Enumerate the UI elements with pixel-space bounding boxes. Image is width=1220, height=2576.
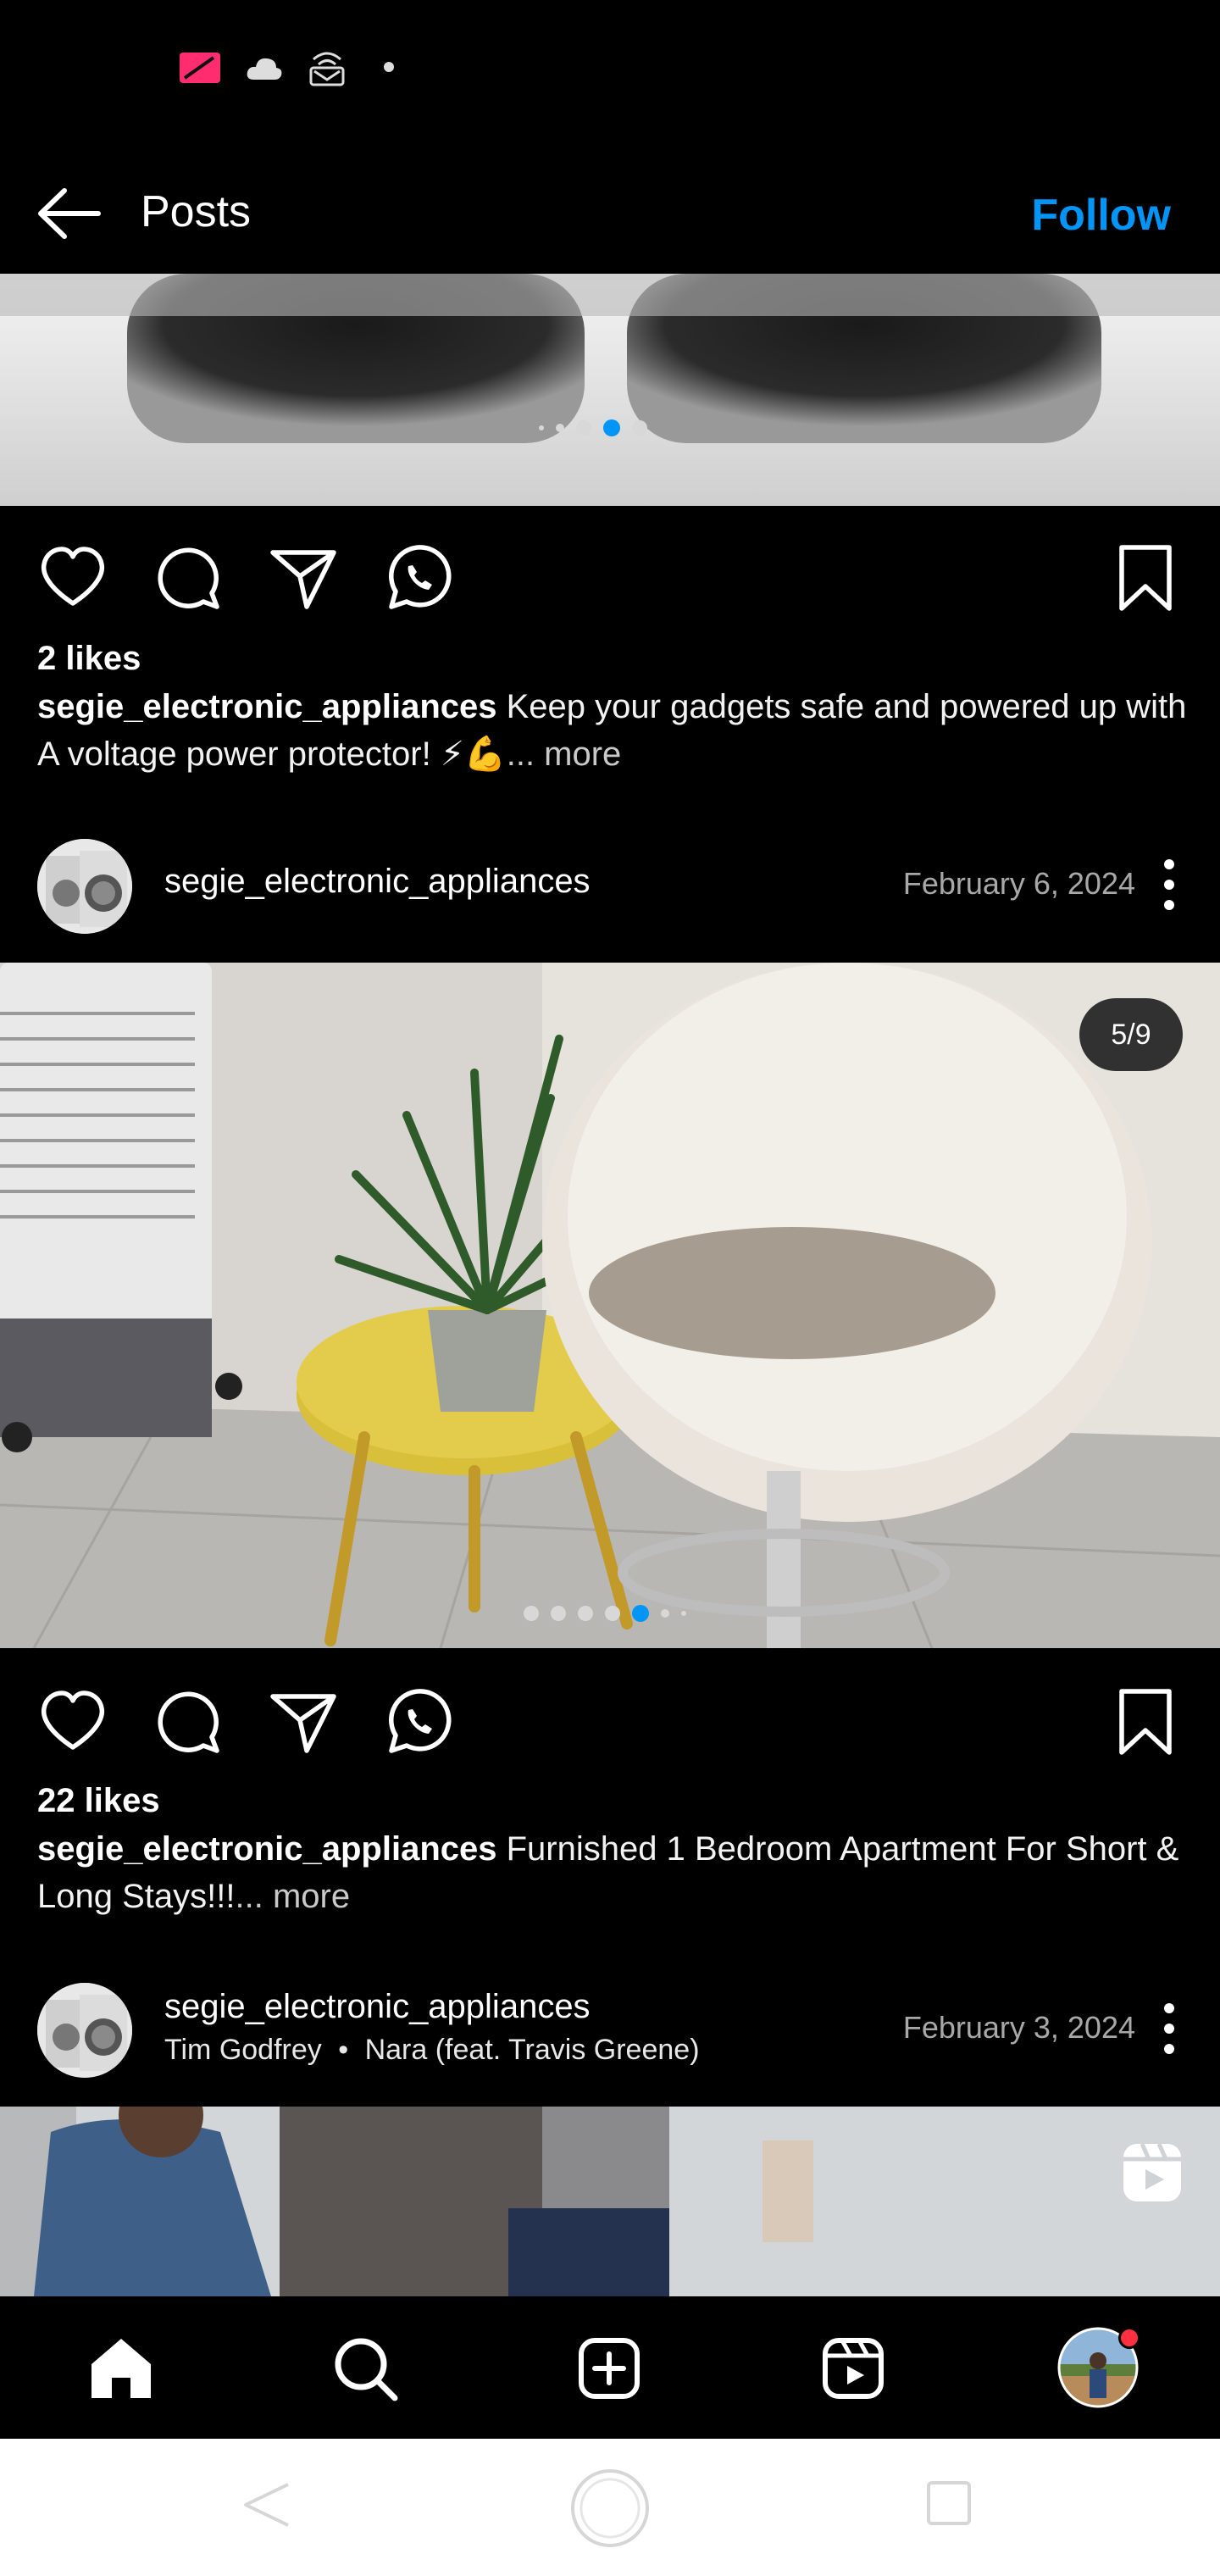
audio-attribution[interactable]: Tim Godfrey • Nara (feat. Travis Greene) [164,2034,700,2067]
heart-icon[interactable] [37,1686,108,1757]
top-app-bar: Posts Follow [0,153,1220,274]
dot-indicator-icon [384,62,394,72]
cast-icon [309,52,345,86]
carousel-indicator [524,1605,686,1622]
audio-artist: Tim Godfrey [164,2034,322,2066]
profile-avatar[interactable] [1057,2327,1140,2408]
back-arrow-icon[interactable] [34,178,105,249]
system-navigation-bar [0,2439,1220,2576]
create-icon[interactable] [571,2330,647,2407]
whatsapp-icon[interactable] [383,542,454,613]
post-caption: segie_electronic_appliances Furnished 1 … [37,1825,1190,1920]
bookmark-icon[interactable] [1110,1686,1181,1757]
bookmark-icon[interactable] [1110,542,1181,613]
caption-username[interactable]: segie_electronic_appliances [37,1830,497,1868]
audio-song: Nara (feat. Travis Greene) [364,2034,700,2066]
more-options-icon[interactable] [1144,1995,1195,2062]
whatsapp-icon[interactable] [383,1686,454,1757]
product-photo [0,274,1220,443]
likes-count[interactable]: 2 likes [37,636,141,681]
post-header: segie_electronic_appliances February 6, … [0,820,1220,947]
chair-plant-photo [0,963,1220,1648]
audio-separator: • [338,2034,349,2066]
status-bar [0,0,1220,153]
comment-icon[interactable] [152,1686,224,1757]
post-action-bar [0,517,1220,627]
media-counter-badge: 5/9 [1079,998,1183,1071]
post-username[interactable]: segie_electronic_appliances [164,1988,591,2026]
reels-icon[interactable] [815,2330,891,2407]
back-triangle-icon[interactable] [239,2478,293,2532]
share-icon[interactable] [268,1686,339,1757]
app-notification-icon [180,53,220,83]
follow-button[interactable]: Follow [1031,183,1171,247]
carousel-indicator [539,419,647,436]
post-date: February 6, 2024 [902,866,1135,901]
more-options-icon[interactable] [1144,851,1195,919]
post-media-video[interactable] [0,2107,1220,2296]
post-action-bar [0,1661,1220,1771]
share-icon[interactable] [268,542,339,613]
cloud-icon [247,58,282,80]
home-circle-icon[interactable] [569,2468,651,2549]
washing-machine-avatar-image [37,839,132,934]
search-icon[interactable] [327,2330,403,2407]
reels-icon [1123,2142,1181,2201]
washing-machine-avatar-image [37,1983,132,2078]
post-media-image[interactable] [0,963,1220,1648]
comment-icon[interactable] [152,542,224,613]
post-date: February 3, 2024 [902,2010,1135,2045]
caption-username[interactable]: segie_electronic_appliances [37,688,497,725]
post-caption: segie_electronic_appliances Keep your ga… [37,683,1190,778]
bottom-navigation [0,2296,1220,2439]
avatar[interactable] [37,839,132,934]
home-icon[interactable] [83,2330,159,2407]
post-header: segie_electronic_appliances Tim Godfrey … [0,1964,1220,2091]
more-link[interactable]: ... more [235,1878,350,1915]
notification-dot [1118,2327,1140,2349]
post-media-image[interactable] [0,274,1220,506]
page-title: Posts [141,187,252,236]
recents-square-icon[interactable] [925,2479,973,2527]
heart-icon[interactable] [37,542,108,613]
post-username[interactable]: segie_electronic_appliances [164,863,591,901]
more-link[interactable]: ... more [507,736,622,773]
reel-thumbnail [0,2107,1220,2296]
avatar[interactable] [37,1983,132,2078]
likes-count[interactable]: 22 likes [37,1778,160,1824]
